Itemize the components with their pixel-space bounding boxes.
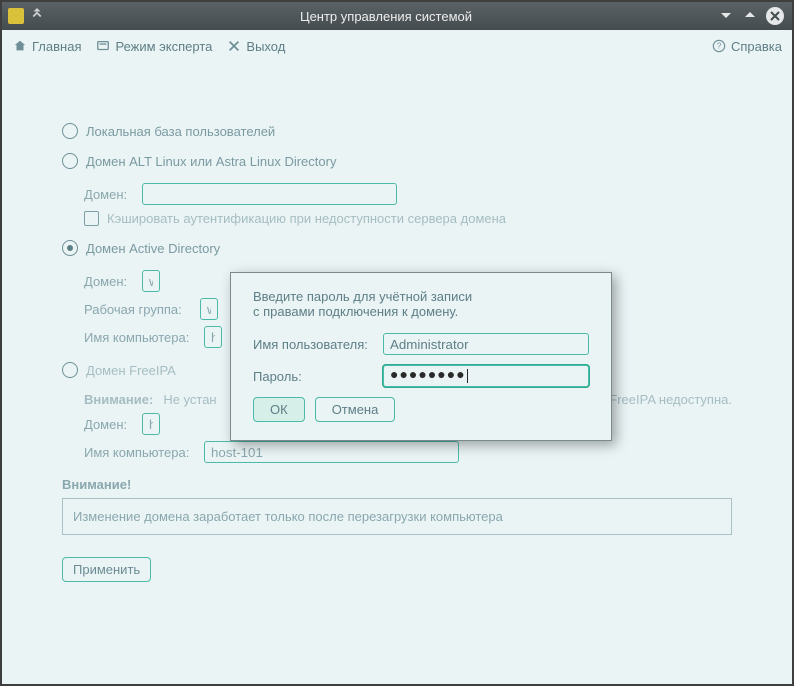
toolbar: Главная Режим эксперта Выход ? Справка <box>2 30 792 63</box>
alt-cache-checkbox[interactable] <box>84 211 99 226</box>
ipa-warning-label: Внимание: <box>84 392 153 407</box>
expert-button[interactable]: Режим эксперта <box>95 39 212 54</box>
app-icon <box>8 8 24 24</box>
password-label: Пароль: <box>253 369 383 384</box>
ipa-domain-label: Домен: <box>84 417 134 432</box>
ad-domain-label: Домен: <box>84 274 134 289</box>
home-icon <box>12 39 27 54</box>
exit-button[interactable]: Выход <box>226 39 285 54</box>
ad-host-input[interactable] <box>204 326 222 348</box>
cancel-button[interactable]: Отмена <box>315 397 396 422</box>
apply-button[interactable]: Применить <box>62 557 151 582</box>
ad-workgroup-label: Рабочая группа: <box>84 302 192 317</box>
notice-body: Изменение домена заработает только после… <box>62 498 732 535</box>
titlebar: Центр управления системой <box>2 2 792 30</box>
exit-label: Выход <box>246 39 285 54</box>
help-label: Справка <box>731 39 782 54</box>
close-icon[interactable] <box>766 7 784 25</box>
ipa-domain-input[interactable] <box>142 413 160 435</box>
radio-freeipa-label: Домен FreeIPA <box>86 363 176 378</box>
ipa-warning-text: е FreeIPA недоступна. <box>598 392 732 407</box>
ad-workgroup-input[interactable] <box>200 298 218 320</box>
exit-icon <box>226 39 241 54</box>
shade-icon[interactable] <box>30 8 44 25</box>
radio-local[interactable] <box>62 123 78 139</box>
username-label: Имя пользователя: <box>253 337 383 352</box>
expert-icon <box>95 39 110 54</box>
help-button[interactable]: ? Справка <box>711 39 782 54</box>
ipa-host-label: Имя компьютера: <box>84 445 196 460</box>
username-input[interactable] <box>383 333 589 355</box>
auth-dialog: Введите пароль для учётной записи с прав… <box>230 272 612 441</box>
svg-text:?: ? <box>716 42 721 51</box>
expert-label: Режим эксперта <box>115 39 212 54</box>
maximize-icon[interactable] <box>742 7 758 26</box>
ok-button[interactable]: ОК <box>253 397 305 422</box>
window-title: Центр управления системой <box>54 9 718 24</box>
dialog-message: Введите пароль для учётной записи с прав… <box>253 289 589 319</box>
alt-domain-input[interactable] <box>142 183 397 205</box>
radio-local-label: Локальная база пользователей <box>86 124 275 139</box>
radio-ad-label: Домен Active Directory <box>86 241 220 256</box>
minimize-icon[interactable] <box>718 7 734 26</box>
home-label: Главная <box>32 39 81 54</box>
ipa-host-input[interactable] <box>204 441 459 463</box>
password-input[interactable]: ●●●●●●●● <box>383 365 589 387</box>
home-button[interactable]: Главная <box>12 39 81 54</box>
radio-altlinux-label: Домен ALT Linux или Astra Linux Director… <box>86 154 336 169</box>
notice-title: Внимание! <box>62 477 732 492</box>
radio-freeipa[interactable] <box>62 362 78 378</box>
ad-domain-input[interactable] <box>142 270 160 292</box>
radio-ad[interactable] <box>62 240 78 256</box>
help-icon: ? <box>711 39 726 54</box>
alt-domain-label: Домен: <box>84 187 134 202</box>
radio-altlinux[interactable] <box>62 153 78 169</box>
ad-host-label: Имя компьютера: <box>84 330 196 345</box>
alt-cache-label: Кэшировать аутентификацию при недоступно… <box>107 211 506 226</box>
